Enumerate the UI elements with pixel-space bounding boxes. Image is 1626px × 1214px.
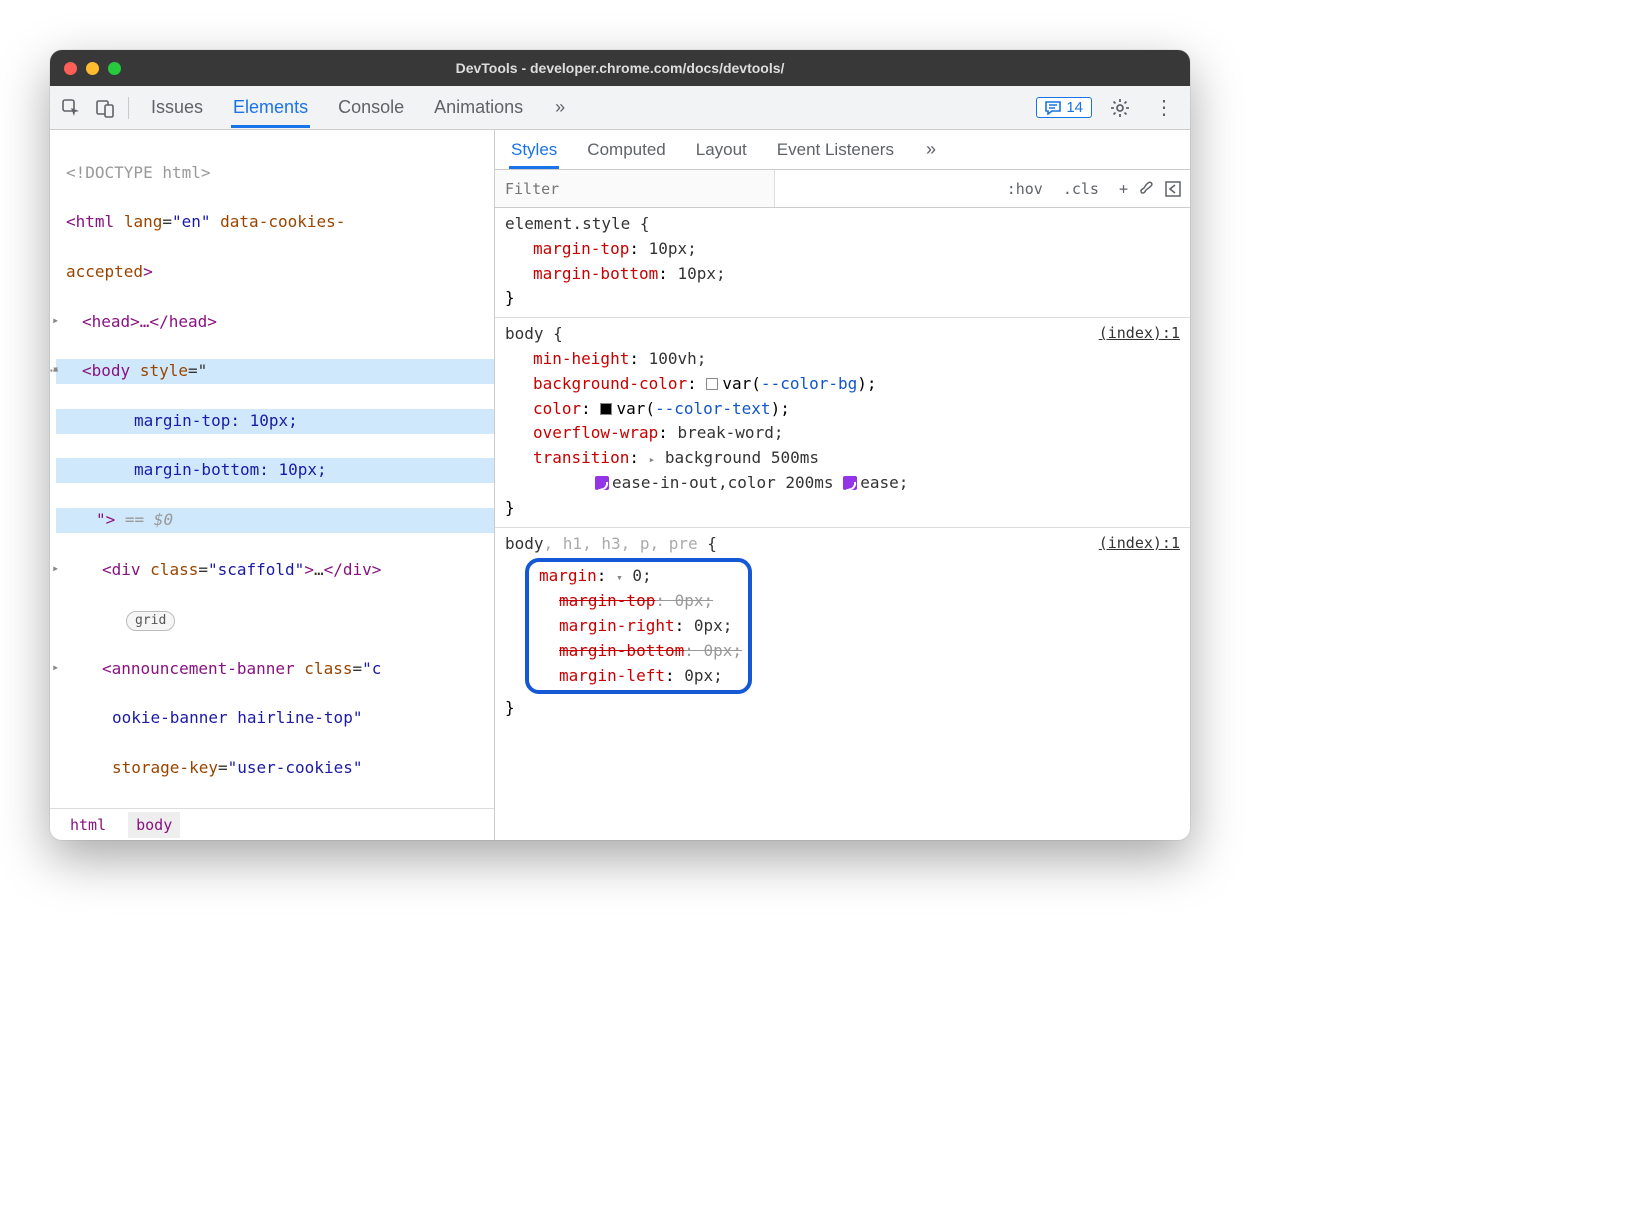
main-toolbar: Issues Elements Console Animations » 14 …	[50, 86, 1190, 130]
breadcrumb-html[interactable]: html	[62, 812, 114, 838]
device-toolbar-icon[interactable]	[94, 97, 116, 119]
color-swatch-icon[interactable]	[706, 378, 718, 390]
tabs-overflow-icon[interactable]: »	[555, 97, 565, 118]
zoom-window-button[interactable]	[108, 62, 121, 75]
tab-issues[interactable]: Issues	[149, 87, 205, 128]
head-node[interactable]: <head>…</head>	[56, 310, 494, 335]
messages-count: 14	[1066, 99, 1083, 116]
rule-body-reset[interactable]: (index):1 body, h1, h3, p, pre { margin:…	[495, 528, 1190, 728]
tab-elements[interactable]: Elements	[231, 87, 310, 128]
breadcrumb-body[interactable]: body	[128, 812, 180, 838]
subtab-styles[interactable]: Styles	[509, 131, 559, 169]
devtools-window: DevTools - developer.chrome.com/docs/dev…	[50, 50, 1190, 840]
computed-toggle-icon[interactable]	[1164, 180, 1190, 198]
more-options-icon[interactable]: ⋮	[1148, 95, 1180, 120]
window-title: DevTools - developer.chrome.com/docs/dev…	[50, 60, 1190, 76]
subtabs-overflow-icon[interactable]: »	[926, 139, 936, 160]
subtab-layout[interactable]: Layout	[694, 131, 749, 169]
subtab-computed[interactable]: Computed	[585, 131, 667, 169]
titlebar: DevTools - developer.chrome.com/docs/dev…	[50, 50, 1190, 86]
console-messages-badge[interactable]: 14	[1036, 97, 1092, 118]
traffic-lights	[64, 62, 121, 75]
styles-panel: Styles Computed Layout Event Listeners »…	[495, 130, 1190, 840]
new-style-rule-button[interactable]: +	[1109, 180, 1138, 198]
styles-filter-input[interactable]	[495, 170, 775, 207]
paintbrush-icon[interactable]	[1138, 180, 1164, 198]
inspect-element-icon[interactable]	[60, 97, 82, 119]
sidebar-tabs: Styles Computed Layout Event Listeners »	[495, 130, 1190, 170]
source-link[interactable]: (index):1	[1099, 322, 1180, 345]
subtab-event-listeners[interactable]: Event Listeners	[775, 131, 896, 169]
minimize-window-button[interactable]	[86, 62, 99, 75]
hov-toggle[interactable]: :hov	[997, 180, 1053, 198]
color-swatch-icon[interactable]	[600, 403, 612, 415]
div-scaffold-node[interactable]: <div class="scaffold">…</div>	[56, 558, 494, 583]
body-node[interactable]: ⋯<body style="	[56, 359, 494, 384]
main-tabs: Issues Elements Console Animations »	[149, 87, 565, 128]
styles-filter-bar: :hov .cls +	[495, 170, 1190, 208]
dom-tree[interactable]: <!DOCTYPE html> <html lang="en" data-coo…	[50, 130, 494, 808]
rule-element-style[interactable]: element.style { margin-top: 10px; margin…	[495, 208, 1190, 318]
breadcrumb: html body	[50, 808, 494, 840]
rule-body[interactable]: (index):1 body { min-height: 100vh; back…	[495, 318, 1190, 527]
settings-icon[interactable]	[1104, 98, 1136, 118]
bezier-swatch-icon[interactable]	[595, 476, 609, 490]
source-link[interactable]: (index):1	[1099, 532, 1180, 555]
separator	[128, 97, 129, 119]
announcement-banner-node[interactable]: <announcement-banner class="c	[56, 657, 494, 682]
close-window-button[interactable]	[64, 62, 77, 75]
bezier-swatch-icon[interactable]	[843, 476, 857, 490]
tab-animations[interactable]: Animations	[432, 87, 525, 128]
doctype: <!DOCTYPE html>	[66, 163, 211, 182]
tab-console[interactable]: Console	[336, 87, 406, 128]
elements-panel: <!DOCTYPE html> <html lang="en" data-coo…	[50, 130, 495, 840]
main-split: <!DOCTYPE html> <html lang="en" data-coo…	[50, 130, 1190, 840]
cls-toggle[interactable]: .cls	[1053, 180, 1109, 198]
grid-badge[interactable]: grid	[126, 611, 175, 631]
margin-shorthand-highlight: margin: ▾ 0; margin-top: 0px; margin-rig…	[525, 558, 752, 694]
styles-rules[interactable]: element.style { margin-top: 10px; margin…	[495, 208, 1190, 840]
